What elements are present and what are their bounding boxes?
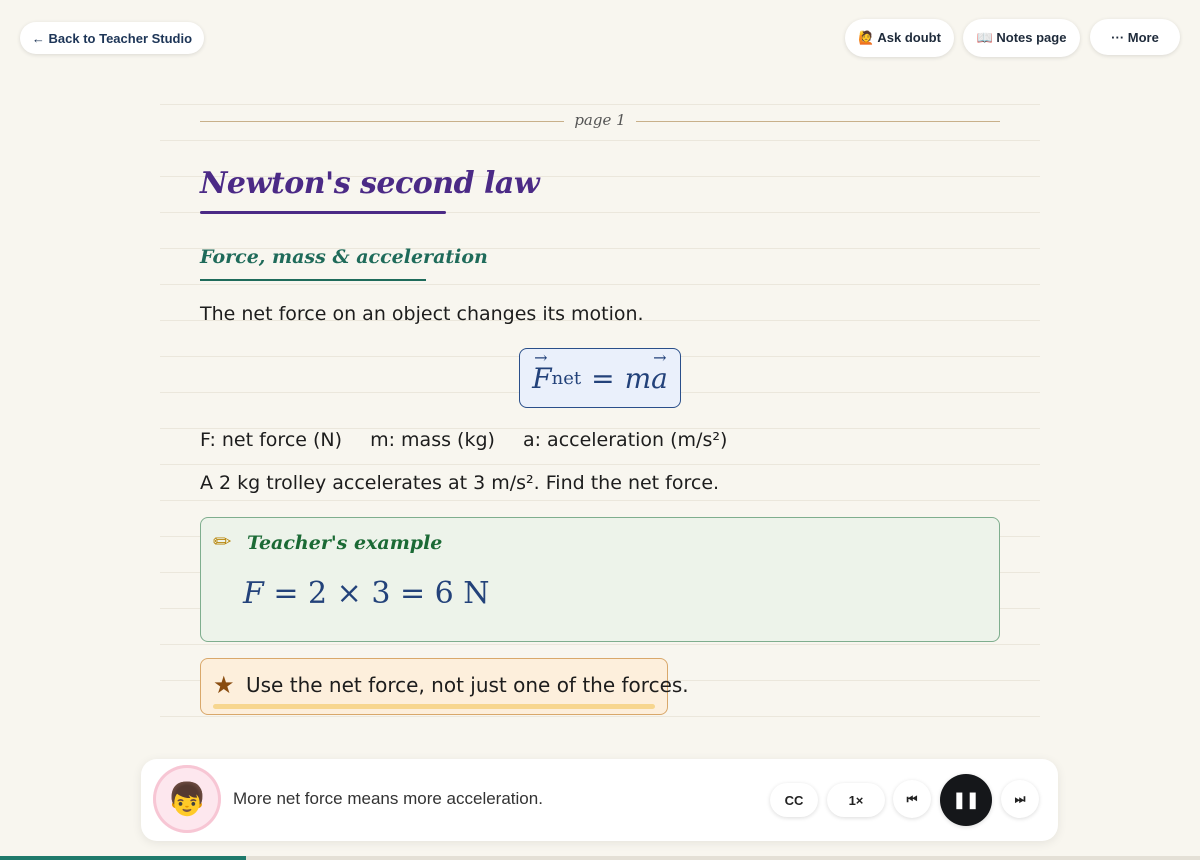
lesson-progress-bar[interactable] bbox=[0, 856, 1200, 860]
notes-page-button[interactable]: 📖 Notes page bbox=[963, 19, 1080, 57]
ask-doubt-button[interactable]: 🙋 Ask doubt bbox=[845, 19, 954, 57]
lesson-progress-fill bbox=[0, 856, 246, 860]
tip-highlight bbox=[213, 704, 655, 709]
example-equation: F = 2 × 3 = 6 N bbox=[243, 576, 490, 611]
captions-toggle-button[interactable]: CC bbox=[770, 783, 818, 817]
lesson-title: Newton's second law bbox=[200, 166, 540, 201]
key-tip-card: ★ Use the net force, not just one of the… bbox=[200, 658, 689, 715]
playback-speed-button[interactable]: 1× bbox=[827, 783, 885, 817]
example-equation-rhs: = 2 × 3 = 6 N bbox=[263, 576, 490, 611]
teacher-example-card: ✏ Teacher's example F = 2 × 3 = 6 N bbox=[200, 517, 1000, 642]
variable-mass: m: mass (kg) bbox=[370, 429, 495, 451]
previous-icon[interactable]: ⏮ bbox=[893, 780, 931, 818]
variable-force: F: net force (N) bbox=[200, 429, 343, 451]
example-equation-lhs: F bbox=[243, 576, 264, 611]
title-underline bbox=[200, 211, 446, 214]
pause-icon[interactable]: ❚❚ bbox=[940, 774, 992, 826]
pencil-icon: ✏ bbox=[213, 530, 232, 555]
intro-text: The net force on an object changes its m… bbox=[200, 303, 644, 325]
formula-box: Fnet = ma bbox=[519, 348, 681, 408]
back-to-teacher-studio-button[interactable]: ← Back to Teacher Studio bbox=[20, 22, 204, 54]
next-icon[interactable]: ⏭ bbox=[1001, 780, 1039, 818]
variable-acceleration: a: acceleration (m/s²) bbox=[522, 429, 728, 451]
tip-text: Use the net force, not just one of the f… bbox=[246, 673, 689, 697]
narration-caption: More net force means more acceleration. bbox=[233, 789, 543, 808]
variable-definitions: F: net force (N) m: mass (kg) a: acceler… bbox=[200, 429, 749, 451]
teacher-example-label: Teacher's example bbox=[247, 532, 443, 554]
star-icon: ★ bbox=[213, 671, 235, 699]
formula-mass-symbol: m bbox=[624, 361, 652, 395]
section-heading: Force, mass & acceleration bbox=[200, 246, 488, 268]
more-menu-button[interactable]: ··· More bbox=[1090, 19, 1180, 55]
page-number-label: page 1 bbox=[574, 111, 626, 129]
page-label-rule-left bbox=[200, 121, 564, 122]
teacher-avatar: 👦 bbox=[153, 765, 221, 833]
formula-acceleration-symbol: a bbox=[651, 348, 668, 395]
formula-force-symbol: F bbox=[532, 348, 551, 395]
narration-player: 👦 More net force means more acceleration… bbox=[141, 759, 1058, 841]
problem-statement: A 2 kg trolley accelerates at 3 m/s². Fi… bbox=[200, 472, 720, 494]
formula-equals: = bbox=[591, 361, 615, 395]
formula-subscript: net bbox=[551, 367, 582, 389]
page-label-rule-right bbox=[636, 121, 1000, 122]
section-underline bbox=[200, 279, 426, 281]
